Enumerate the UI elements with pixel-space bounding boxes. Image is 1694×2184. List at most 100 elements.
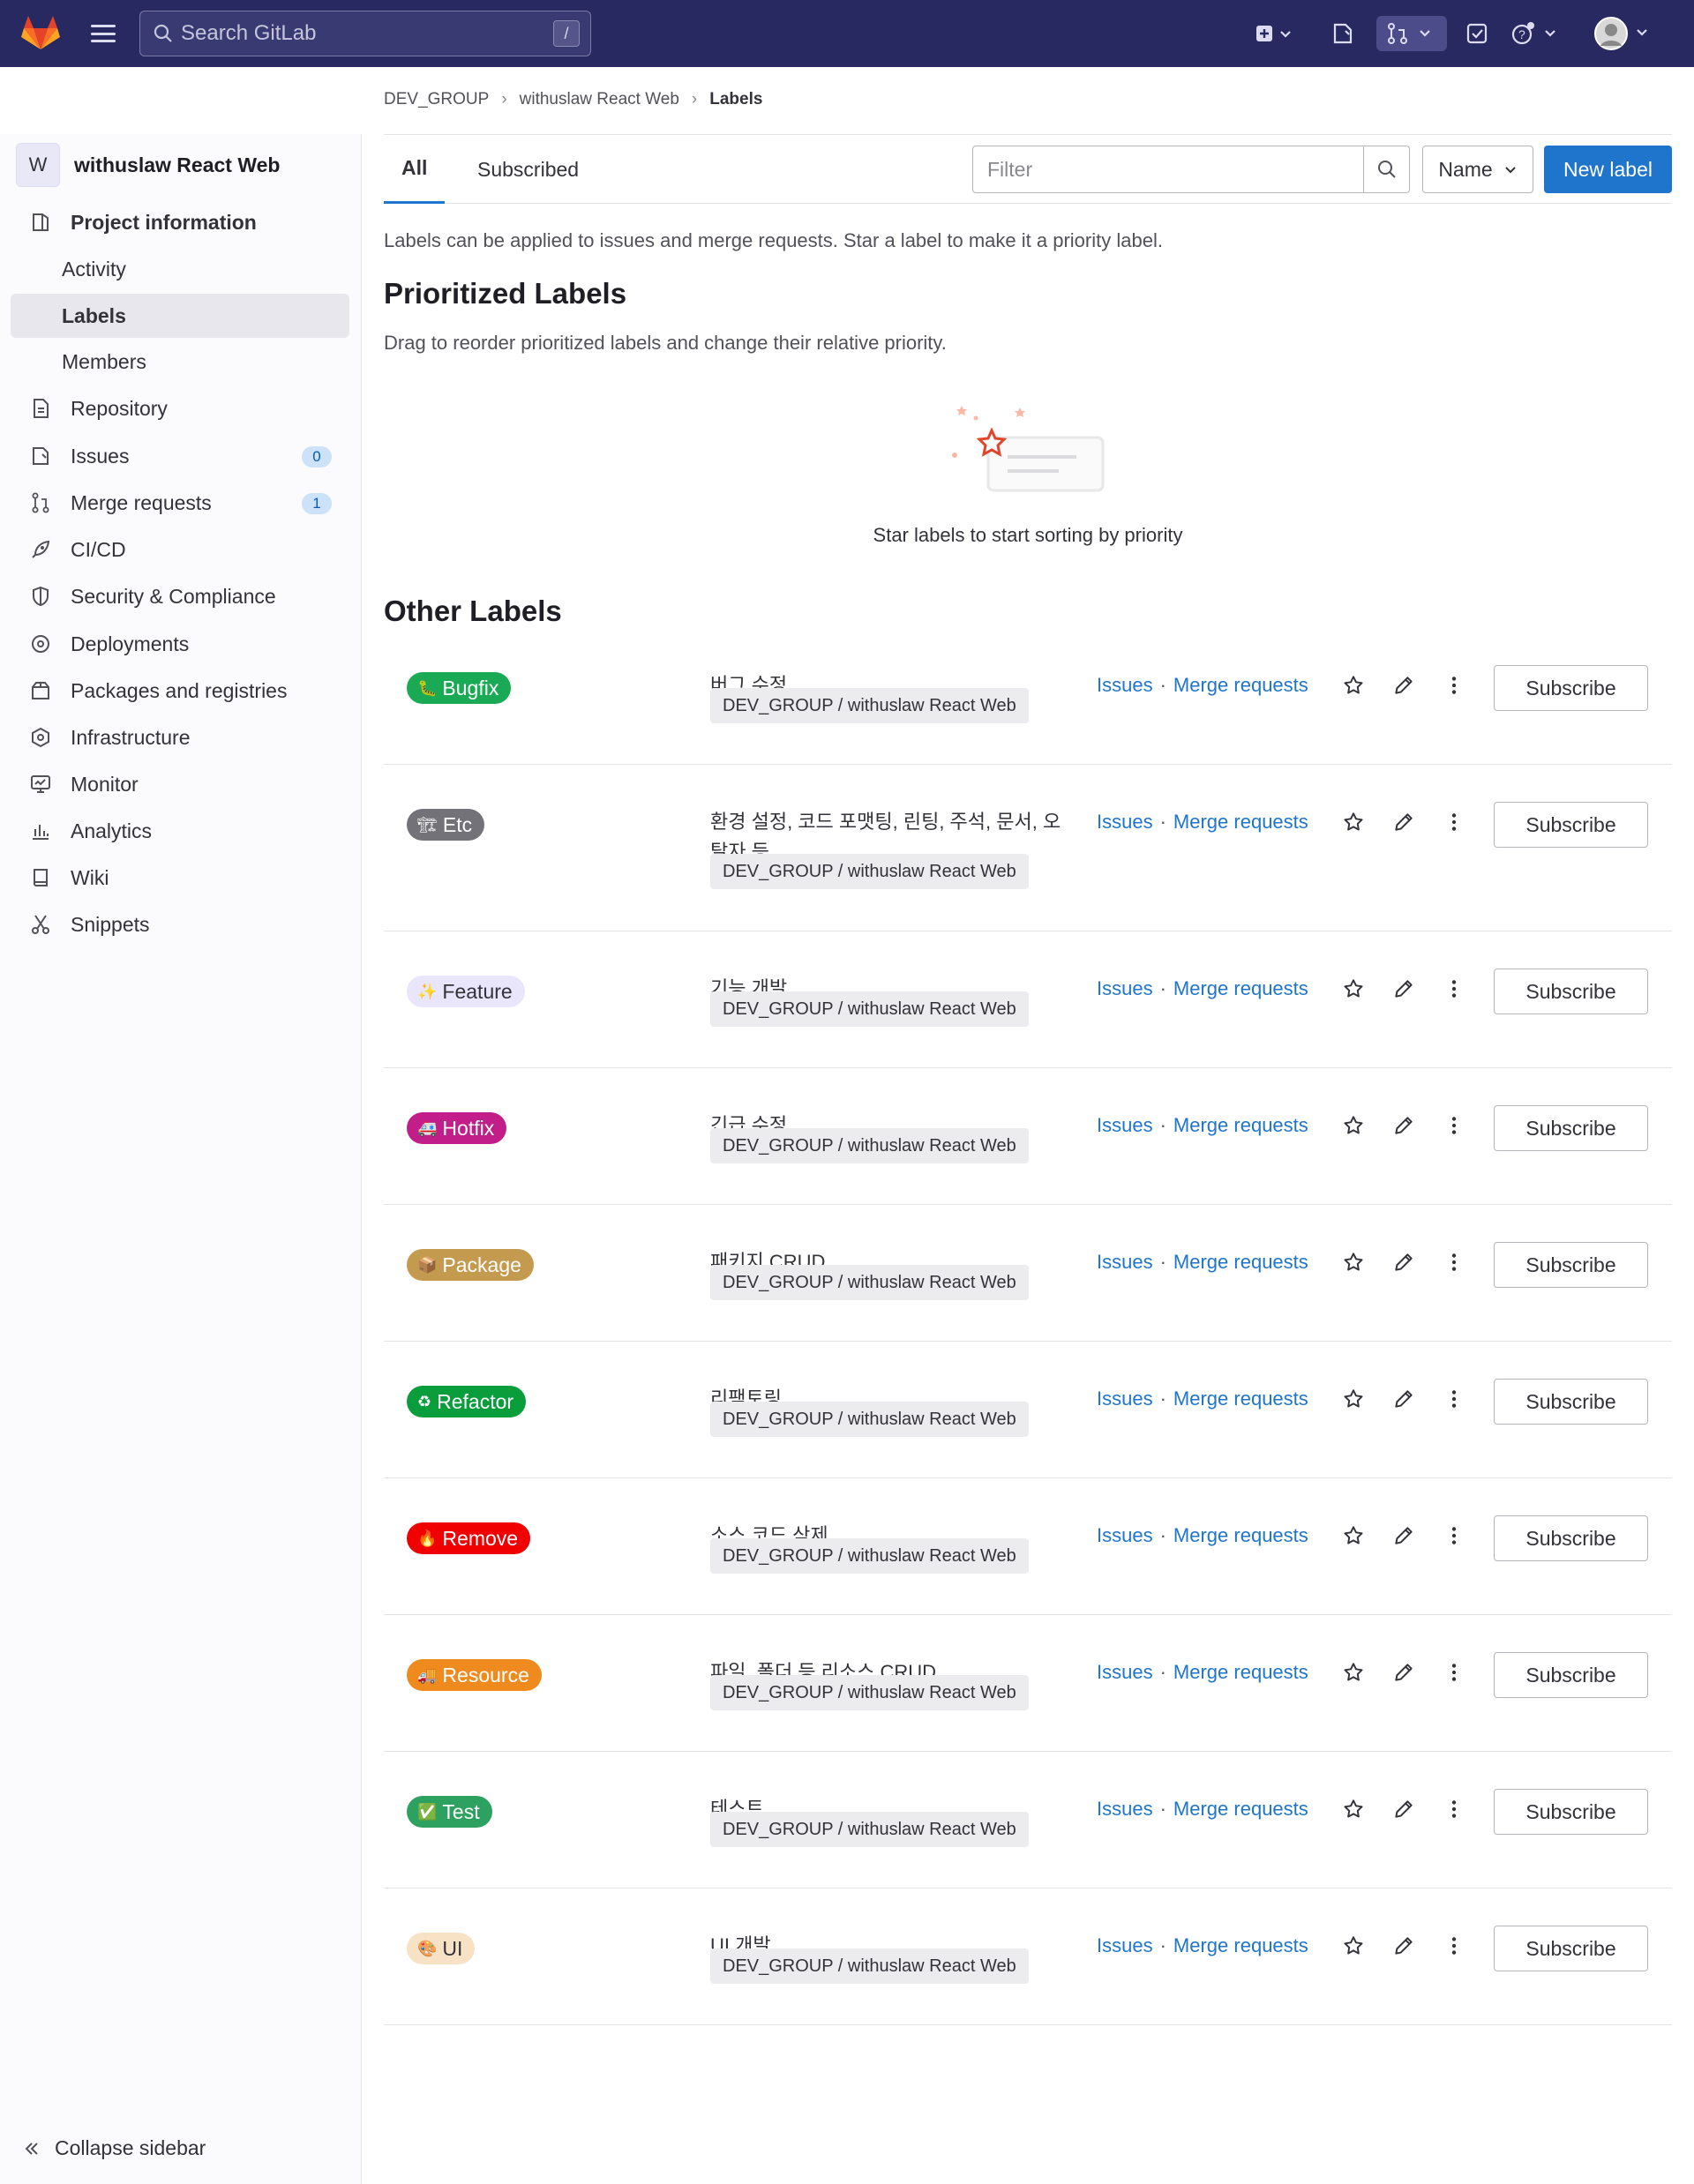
gitlab-logo[interactable]: [21, 14, 60, 51]
breadcrumb-group[interactable]: DEV_GROUP: [384, 90, 489, 109]
sidebar-item-labels[interactable]: Labels: [11, 294, 349, 338]
label-issues-link[interactable]: Issues: [1097, 1524, 1153, 1547]
tab-all[interactable]: All: [384, 135, 446, 204]
sidebar-item-members[interactable]: Members: [11, 340, 349, 384]
star-button[interactable]: [1339, 1387, 1368, 1416]
label-pill[interactable]: 🐛 Bugfix: [407, 672, 512, 704]
edit-button[interactable]: [1390, 1798, 1418, 1826]
label-issues-link[interactable]: Issues: [1097, 674, 1153, 697]
more-actions-button[interactable]: [1440, 674, 1468, 702]
subscribe-button[interactable]: Subscribe: [1494, 665, 1648, 711]
label-issues-link[interactable]: Issues: [1097, 1251, 1153, 1274]
more-actions-button[interactable]: [1440, 977, 1468, 1006]
label-pill[interactable]: ✅ Test: [407, 1796, 492, 1828]
sidebar-item-repository[interactable]: Repository: [11, 386, 349, 430]
create-new-button[interactable]: [1251, 16, 1297, 51]
label-issues-link[interactable]: Issues: [1097, 1934, 1153, 1957]
edit-button[interactable]: [1390, 1114, 1418, 1142]
subscribe-button[interactable]: Subscribe: [1494, 1926, 1648, 1971]
subscribe-button[interactable]: Subscribe: [1494, 1652, 1648, 1698]
edit-button[interactable]: [1390, 1251, 1418, 1279]
sidebar-item-infrastructure[interactable]: Infrastructure: [11, 715, 349, 759]
subscribe-button[interactable]: Subscribe: [1494, 802, 1648, 848]
label-pill[interactable]: 🏗 Etc: [407, 809, 485, 841]
label-merge-requests-link[interactable]: Merge requests: [1173, 1934, 1308, 1957]
more-actions-button[interactable]: [1440, 1387, 1468, 1416]
search-input[interactable]: Search GitLab /: [139, 11, 591, 56]
label-pill[interactable]: ✨ Feature: [407, 976, 525, 1007]
label-merge-requests-link[interactable]: Merge requests: [1173, 811, 1308, 834]
star-button[interactable]: [1339, 1114, 1368, 1142]
label-merge-requests-link[interactable]: Merge requests: [1173, 977, 1308, 1000]
new-label-button[interactable]: New label: [1544, 146, 1672, 193]
star-button[interactable]: [1339, 1251, 1368, 1279]
label-merge-requests-link[interactable]: Merge requests: [1173, 1251, 1308, 1274]
merge-requests-shortcut-button[interactable]: [1376, 16, 1447, 51]
label-issues-link[interactable]: Issues: [1097, 1387, 1153, 1410]
label-pill[interactable]: 🔥 Remove: [407, 1522, 531, 1554]
label-merge-requests-link[interactable]: Merge requests: [1173, 674, 1308, 697]
filter-input[interactable]: Filter: [972, 146, 1410, 193]
sidebar-item-deployments[interactable]: Deployments: [11, 622, 349, 666]
edit-button[interactable]: [1390, 811, 1418, 839]
subscribe-button[interactable]: Subscribe: [1494, 1379, 1648, 1425]
star-button[interactable]: [1339, 1661, 1368, 1689]
sidebar-item-monitor[interactable]: Monitor: [11, 762, 349, 806]
star-button[interactable]: [1339, 811, 1368, 839]
label-issues-link[interactable]: Issues: [1097, 1798, 1153, 1821]
issues-shortcut-button[interactable]: [1325, 16, 1360, 51]
help-button[interactable]: ?: [1510, 16, 1563, 51]
star-button[interactable]: [1339, 1798, 1368, 1826]
subscribe-button[interactable]: Subscribe: [1494, 1789, 1648, 1835]
star-button[interactable]: [1339, 1524, 1368, 1552]
label-merge-requests-link[interactable]: Merge requests: [1173, 1387, 1308, 1410]
todo-button[interactable]: [1459, 16, 1495, 51]
star-button[interactable]: [1339, 674, 1368, 702]
more-actions-button[interactable]: [1440, 1934, 1468, 1963]
label-merge-requests-link[interactable]: Merge requests: [1173, 1524, 1308, 1547]
collapse-sidebar-button[interactable]: Collapse sidebar: [23, 2136, 206, 2160]
star-button[interactable]: [1339, 1934, 1368, 1963]
sidebar-item-wiki[interactable]: Wiki: [11, 856, 349, 900]
sidebar-item-merge-requests[interactable]: Merge requests 1: [11, 481, 349, 525]
label-issues-link[interactable]: Issues: [1097, 977, 1153, 1000]
edit-button[interactable]: [1390, 674, 1418, 702]
subscribe-button[interactable]: Subscribe: [1494, 1105, 1648, 1151]
edit-button[interactable]: [1390, 1934, 1418, 1963]
edit-button[interactable]: [1390, 1387, 1418, 1416]
label-pill[interactable]: 📦 Package: [407, 1249, 534, 1281]
sidebar-item-snippets[interactable]: Snippets: [11, 902, 349, 946]
more-actions-button[interactable]: [1440, 1251, 1468, 1279]
label-pill[interactable]: 🚚 Resource: [407, 1659, 542, 1691]
subscribe-button[interactable]: Subscribe: [1494, 1515, 1648, 1561]
more-actions-button[interactable]: [1440, 811, 1468, 839]
sidebar-item-security-compliance[interactable]: Security & Compliance: [11, 574, 349, 618]
user-menu-button[interactable]: [1593, 16, 1655, 51]
star-button[interactable]: [1339, 977, 1368, 1006]
edit-button[interactable]: [1390, 977, 1418, 1006]
label-pill[interactable]: 🎨 UI: [407, 1933, 476, 1964]
sidebar-item-packages-registries[interactable]: Packages and registries: [11, 669, 349, 713]
label-pill[interactable]: ♻ Refactor: [407, 1386, 527, 1417]
subscribe-button[interactable]: Subscribe: [1494, 1242, 1648, 1288]
label-issues-link[interactable]: Issues: [1097, 1661, 1153, 1684]
label-pill[interactable]: 🚑 Hotfix: [407, 1112, 507, 1144]
more-actions-button[interactable]: [1440, 1114, 1468, 1142]
breadcrumb-current[interactable]: Labels: [709, 90, 762, 109]
breadcrumb-project[interactable]: withuslaw React Web: [520, 90, 679, 109]
filter-search-button[interactable]: [1363, 146, 1409, 192]
label-merge-requests-link[interactable]: Merge requests: [1173, 1661, 1308, 1684]
sidebar-item-ci-cd[interactable]: CI/CD: [11, 527, 349, 572]
more-actions-button[interactable]: [1440, 1661, 1468, 1689]
sidebar-item-activity[interactable]: Activity: [11, 247, 349, 291]
sidebar-item-issues[interactable]: Issues 0: [11, 434, 349, 478]
label-merge-requests-link[interactable]: Merge requests: [1173, 1114, 1308, 1137]
label-merge-requests-link[interactable]: Merge requests: [1173, 1798, 1308, 1821]
edit-button[interactable]: [1390, 1524, 1418, 1552]
project-header[interactable]: W withuslaw React Web: [16, 143, 280, 187]
sort-dropdown[interactable]: Name: [1422, 146, 1533, 193]
sidebar-item-analytics[interactable]: Analytics: [11, 809, 349, 853]
menu-icon[interactable]: [88, 21, 118, 46]
edit-button[interactable]: [1390, 1661, 1418, 1689]
more-actions-button[interactable]: [1440, 1798, 1468, 1826]
